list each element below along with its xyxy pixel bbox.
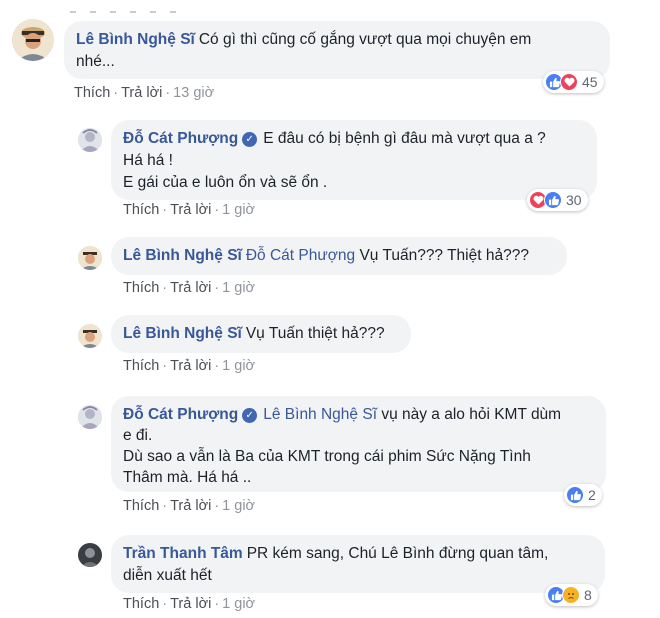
avatar-portrait-icon (12, 19, 54, 61)
comment-author[interactable]: Lê Bình Nghệ Sĩ (123, 247, 242, 264)
comment-timestamp[interactable]: 13 giờ (173, 85, 214, 101)
comment-text: PR kém sang, Chú Lê Bình đừng quan tâm, (246, 545, 549, 562)
comment-bubble: Lê Bình Nghệ Sĩ Có gì thì cũng cố gắng vư… (64, 21, 610, 79)
comment-timestamp[interactable]: 1 giờ (222, 280, 255, 296)
reaction-count: 8 (584, 587, 592, 603)
avatar-portrait-icon (78, 405, 102, 429)
reaction-count: 45 (582, 74, 598, 90)
comment-author[interactable]: Lê Bình Nghệ Sĩ (123, 325, 242, 342)
comment-timestamp[interactable]: 1 giờ (222, 358, 255, 374)
verified-badge-icon: ✓ (242, 408, 258, 423)
comment-actions: Thích · Trả lời · 1 giờ (123, 498, 256, 514)
comment-author[interactable]: Trần Thanh Tâm (123, 545, 243, 562)
avatar-portrait-icon (78, 246, 102, 270)
reaction-summary[interactable]: 45 (543, 71, 604, 93)
reply-link[interactable]: Trả lời (121, 85, 162, 101)
comment-actions: Thích · Trả lời · 1 giờ (123, 596, 256, 612)
comment-actions: Thích · Trả lời · 1 giờ (123, 202, 256, 218)
like-link[interactable]: Thích (123, 596, 159, 612)
avatar[interactable] (78, 246, 102, 270)
avatar-portrait-icon (78, 543, 102, 567)
comment-text-line3: E gái của e luôn ổn và sẽ ổn . (123, 174, 328, 191)
comment-author[interactable]: Đỗ Cát Phượng (123, 406, 238, 423)
truncated-previous-actions (70, 0, 270, 13)
comment-text: vụ này a alo hỏi KMT dùm (381, 406, 562, 423)
avatar[interactable] (78, 405, 102, 429)
comment-bubble: Đỗ Cát Phượng ✓ E đâu có bị bệnh gì đâu mà… (111, 120, 597, 200)
like-link[interactable]: Thích (123, 358, 159, 374)
avatar[interactable] (78, 543, 102, 567)
mention-link[interactable]: Lê Bình Nghệ Sĩ (263, 406, 377, 423)
comment-text-line2: diễn xuất hết (123, 567, 212, 584)
like-link[interactable]: Thích (123, 498, 159, 514)
reply-link[interactable]: Trả lời (170, 280, 211, 296)
love-icon (560, 73, 578, 91)
reply-link[interactable]: Trả lời (170, 358, 211, 374)
verified-badge-icon: ✓ (242, 132, 258, 147)
comment-text-line2: Há há ! (123, 152, 173, 169)
comment-text-line2: nhé... (76, 53, 115, 70)
comment-timestamp[interactable]: 1 giờ (222, 596, 255, 612)
avatar-portrait-icon (78, 128, 102, 152)
reaction-count: 2 (588, 487, 596, 503)
comment-text: E đâu có bị bệnh gì đâu mà vượt qua a ? (263, 130, 546, 147)
reply-link[interactable]: Trả lời (170, 596, 211, 612)
comment-timestamp[interactable]: 1 giờ (222, 498, 255, 514)
avatar[interactable] (12, 19, 54, 61)
like-icon (566, 486, 584, 504)
comment-text: Vụ Tuấn thiệt hả??? (245, 325, 385, 342)
comment-text: Vụ Tuấn??? Thiệt hả??? (359, 247, 529, 264)
comment-text-line3: Dù sao a vẫn là Ba của KMT trong cái phi… (123, 448, 531, 465)
reaction-summary[interactable]: 2 (564, 484, 602, 506)
like-link[interactable]: Thích (74, 85, 110, 101)
comment-author[interactable]: Lê Bình Nghệ Sĩ (76, 31, 195, 48)
comment-bubble: Đỗ Cát Phượng ✓ Lê Bình Nghệ Sĩ vụ này a a… (111, 396, 606, 492)
mention-link[interactable]: Đỗ Cát Phượng (246, 247, 355, 264)
like-icon (544, 191, 562, 209)
comment-author[interactable]: Đỗ Cát Phượng (123, 130, 238, 147)
comment-bubble: Trần Thanh Tâm PR kém sang, Chú Lê Bình đ… (111, 535, 605, 593)
avatar[interactable] (78, 128, 102, 152)
reaction-summary[interactable]: 30 (527, 189, 588, 211)
comment-actions: Thích · Trả lời · 13 giờ (74, 85, 215, 101)
comment-text-line4: Thâm mà. Há há .. (123, 469, 252, 486)
comment-timestamp[interactable]: 1 giờ (222, 202, 255, 218)
like-link[interactable]: Thích (123, 202, 159, 218)
reply-link[interactable]: Trả lời (170, 498, 211, 514)
sad-icon (562, 586, 580, 604)
comment-bubble: Lê Bình Nghệ Sĩ Vụ Tuấn thiệt hả??? (111, 315, 411, 353)
avatar[interactable] (78, 324, 102, 348)
avatar-portrait-icon (78, 324, 102, 348)
comment-actions: Thích · Trả lời · 1 giờ (123, 358, 256, 374)
reply-link[interactable]: Trả lời (170, 202, 211, 218)
comment-text-line2: e đi. (123, 427, 153, 444)
reaction-summary[interactable]: 8 (545, 584, 598, 606)
comment-actions: Thích · Trả lời · 1 giờ (123, 280, 256, 296)
comment-bubble: Lê Bình Nghệ Sĩ Đỗ Cát Phượng Vụ Tuấn??? … (111, 237, 567, 275)
reaction-count: 30 (566, 192, 582, 208)
comment-text: Có gì thì cũng cố gắng vượt qua mọi chuy… (198, 31, 532, 48)
like-link[interactable]: Thích (123, 280, 159, 296)
